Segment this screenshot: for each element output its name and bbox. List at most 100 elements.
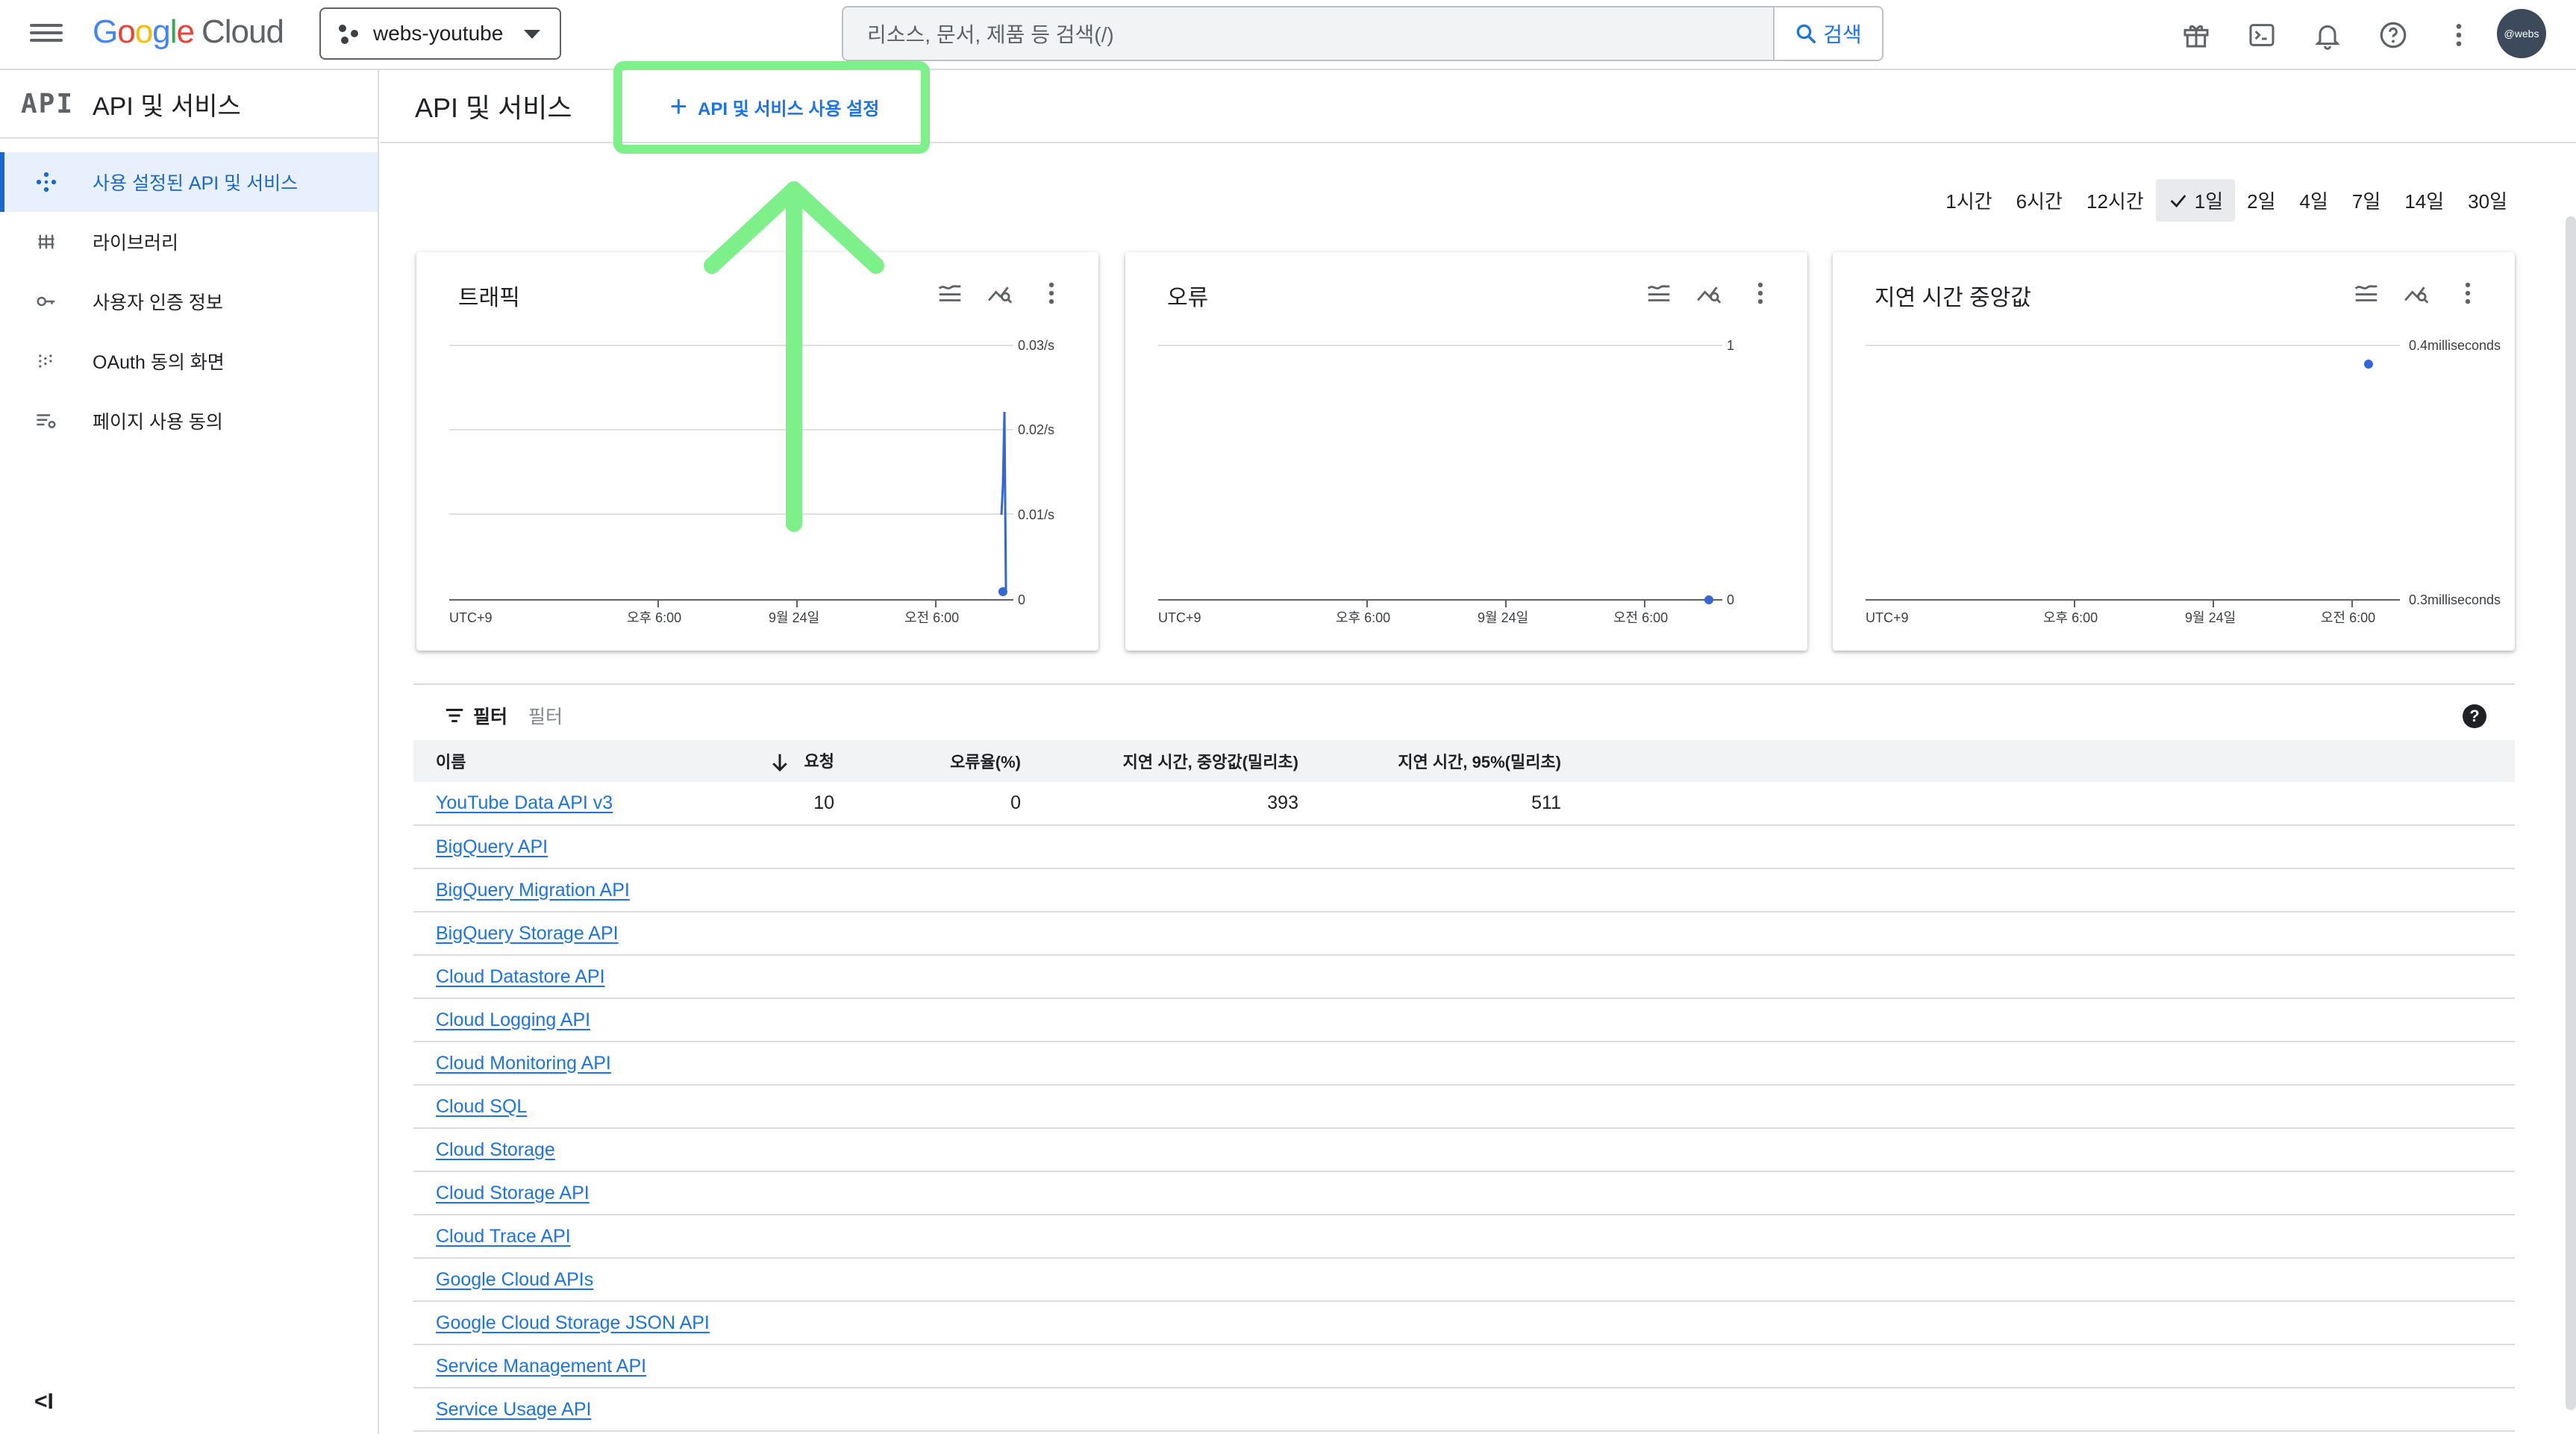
- sidebar-item-library[interactable]: 라이브러리: [0, 212, 378, 272]
- search-bar: 리소스, 문서, 제품 등 검색(/) 검색: [842, 6, 1883, 61]
- requests-cell: [751, 868, 834, 912]
- api-link[interactable]: Cloud SQL: [436, 1096, 527, 1117]
- requests-cell: 10: [751, 782, 834, 826]
- time-range-option-selected[interactable]: 1일: [2155, 179, 2236, 222]
- column-header-latency-median[interactable]: 지연 시간, 중앙값(밀리초): [1021, 740, 1298, 782]
- requests-cell: [751, 955, 834, 999]
- error-rate-cell: [834, 1171, 1021, 1215]
- more-vert-icon[interactable]: [2440, 16, 2477, 54]
- table-row: BigQuery Migration API: [413, 868, 2515, 912]
- sidebar-item-label: 사용자 인증 정보: [93, 292, 223, 313]
- time-range-selected-label: 1일: [2194, 190, 2224, 213]
- filter-button[interactable]: 필터: [443, 702, 507, 729]
- api-name-cell: Cloud Trace API: [413, 1215, 751, 1259]
- google-cloud-logo[interactable]: Google Cloud: [93, 13, 284, 51]
- table-row: Cloud Storage: [413, 1128, 2515, 1172]
- time-range-option[interactable]: 4일: [2288, 179, 2340, 222]
- column-header-error-rate[interactable]: 오류율(%): [834, 740, 1021, 782]
- api-link[interactable]: Service Management API: [436, 1356, 646, 1377]
- bell-icon[interactable]: [2309, 16, 2346, 54]
- column-header-name[interactable]: 이름: [413, 740, 751, 782]
- latency-median-cell: 393: [1021, 782, 1298, 826]
- row-spacer: [1561, 955, 2515, 999]
- sidebar-header: API API 및 서비스: [0, 70, 378, 139]
- api-table: 이름 요청 오류율(%) 지연 시간, 중앙값(밀리초) 지연 시간, 95%(…: [413, 740, 2515, 1432]
- sidebar-item-oauth-consent[interactable]: OAuth 동의 화면: [0, 331, 378, 391]
- check-icon: [2170, 194, 2186, 207]
- sidebar-item-label: OAuth 동의 화면: [93, 352, 225, 373]
- column-header-latency-95[interactable]: 지연 시간, 95%(밀리초): [1298, 740, 1561, 782]
- table-row: Cloud SQL: [413, 1085, 2515, 1129]
- latency-median-cell: [1021, 955, 1298, 999]
- table-header-row: 이름 요청 오류율(%) 지연 시간, 중앙값(밀리초) 지연 시간, 95%(…: [413, 740, 2515, 782]
- terminal-icon[interactable]: [2243, 16, 2280, 54]
- search-button[interactable]: 검색: [1775, 7, 1882, 60]
- latency-95-cell: [1298, 825, 1561, 869]
- error-rate-cell: [834, 1085, 1021, 1129]
- error-rate-cell: 0: [834, 782, 1021, 826]
- time-range-option[interactable]: 7일: [2340, 179, 2392, 222]
- project-icon: [339, 22, 361, 45]
- y-tick-label: 0.3milliseconds: [2409, 592, 2501, 607]
- time-range-option[interactable]: 30일: [2456, 179, 2519, 222]
- api-link[interactable]: Cloud Storage API: [436, 1183, 590, 1203]
- latency-95-cell: [1298, 955, 1561, 999]
- error-rate-cell: [834, 998, 1021, 1042]
- x-tick-label: UTC+9: [1866, 610, 1909, 625]
- data-point: [2364, 360, 2373, 369]
- api-link[interactable]: Google Cloud Storage JSON API: [436, 1312, 710, 1333]
- latency-95-cell: [1298, 1042, 1561, 1086]
- time-range-option[interactable]: 6시간: [2004, 179, 2075, 222]
- project-name: webs-youtube: [373, 22, 504, 45]
- search-icon: [1796, 24, 1816, 43]
- sidebar-item-page-consent[interactable]: 페이지 사용 동의: [0, 391, 378, 451]
- api-link[interactable]: Cloud Storage: [436, 1139, 555, 1160]
- requests-cell: [751, 1085, 834, 1129]
- scrollbar[interactable]: [2566, 216, 2576, 1410]
- x-tick-label: 오전 6:00: [1613, 610, 1668, 625]
- project-picker[interactable]: webs-youtube: [319, 7, 561, 60]
- time-range-option[interactable]: 12시간: [2075, 179, 2156, 222]
- api-link[interactable]: Service Usage API: [436, 1399, 591, 1420]
- api-name-cell: BigQuery Migration API: [413, 868, 751, 912]
- filter-input[interactable]: 필터: [528, 702, 563, 729]
- latency-median-cell: [1021, 998, 1298, 1042]
- search-input[interactable]: 리소스, 문서, 제품 등 검색(/): [843, 7, 1775, 60]
- filter-icon: [446, 709, 463, 722]
- api-link[interactable]: BigQuery Migration API: [436, 880, 630, 901]
- sidebar-item-label: 페이지 사용 동의: [93, 412, 223, 433]
- latency-median-cell: [1021, 1085, 1298, 1129]
- api-name-cell: Cloud Storage API: [413, 1171, 751, 1215]
- help-icon[interactable]: ?: [2463, 704, 2486, 728]
- collapse-sidebar-button[interactable]: <I: [34, 1389, 54, 1415]
- data-point: [1704, 595, 1713, 604]
- requests-cell: [751, 998, 834, 1042]
- x-tick-label: 9월 24일: [769, 610, 819, 625]
- help-icon[interactable]: [2375, 16, 2412, 54]
- errors-chart-plot: 1 0 UTC+9 오후 6:00 9월 24일 오전 6:00: [1158, 338, 1734, 625]
- latency-95-cell: [1298, 912, 1561, 956]
- y-tick-label: 0.02/s: [1018, 422, 1054, 437]
- api-link[interactable]: Cloud Trace API: [436, 1226, 571, 1247]
- gift-icon[interactable]: [2178, 16, 2215, 54]
- api-link[interactable]: Cloud Datastore API: [436, 966, 605, 987]
- main-menu-icon[interactable]: [30, 19, 63, 49]
- api-link[interactable]: BigQuery API: [436, 836, 548, 857]
- time-range-option[interactable]: 1시간: [1933, 179, 2004, 222]
- api-link[interactable]: BigQuery Storage API: [436, 923, 619, 944]
- column-header-requests[interactable]: 요청: [751, 740, 834, 782]
- filter-bar: 필터 필터 ?: [413, 683, 2515, 746]
- api-link[interactable]: Cloud Logging API: [436, 1009, 590, 1030]
- sidebar-item-enabled-apis[interactable]: 사용 설정된 API 및 서비스: [0, 152, 378, 212]
- row-spacer: [1561, 1258, 2515, 1302]
- avatar[interactable]: @webs: [2497, 9, 2546, 58]
- row-spacer: [1561, 1085, 2515, 1129]
- time-range-option[interactable]: 14일: [2392, 179, 2456, 222]
- sidebar-item-credentials[interactable]: 사용자 인증 정보: [0, 272, 378, 331]
- time-range-option[interactable]: 2일: [2235, 179, 2287, 222]
- table-row: Cloud Logging API: [413, 998, 2515, 1042]
- api-link[interactable]: YouTube Data API v3: [436, 792, 613, 813]
- api-link[interactable]: Google Cloud APIs: [436, 1269, 593, 1290]
- api-name-cell: Google Cloud Storage JSON API: [413, 1301, 751, 1345]
- api-link[interactable]: Cloud Monitoring API: [436, 1053, 611, 1074]
